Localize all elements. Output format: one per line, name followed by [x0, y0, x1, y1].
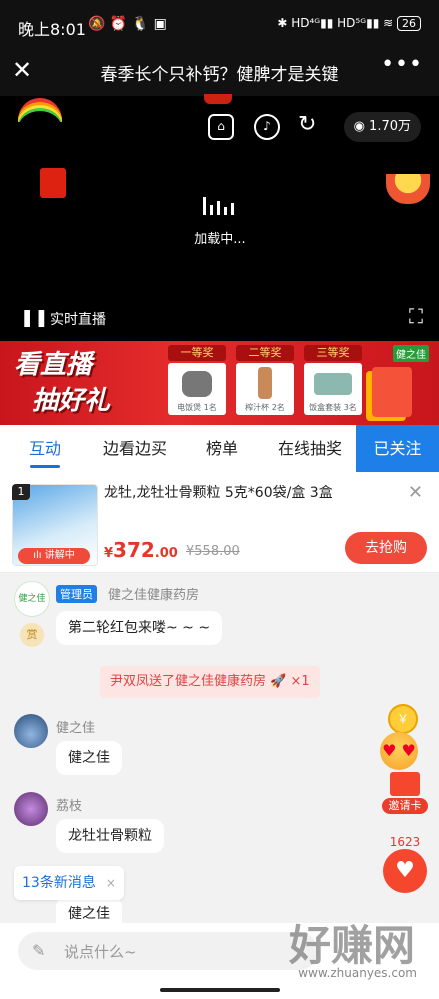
gift-box-decoration — [372, 367, 412, 417]
prize-first: 一等奖 电饭煲 1名 — [168, 345, 226, 415]
admin-avatar[interactable]: 健之佳 — [14, 581, 50, 617]
admin-badge: 管理员 — [56, 585, 97, 603]
active-tab-indicator — [30, 465, 60, 468]
refresh-icon[interactable]: ↻ — [298, 112, 316, 137]
prize-third: 三等奖 饭盒套装 3名 — [304, 345, 362, 415]
invite-card-button[interactable]: 邀请卡 — [382, 772, 428, 818]
treasure-pot-icon[interactable] — [386, 174, 430, 204]
brand-logo: 健之佳 — [393, 345, 429, 362]
product-title[interactable]: 龙牡,龙牡壮骨颗粒 5克*60袋/盒 3盒 — [104, 482, 333, 502]
home-indicator — [0, 979, 439, 999]
followed-button[interactable]: 已关注 — [356, 425, 439, 472]
tab-watch-and-buy[interactable]: 边看边买 — [92, 425, 178, 472]
loading-spinner-icon — [203, 196, 238, 215]
buy-button[interactable]: 去抢购 — [345, 532, 427, 564]
pen-icon: ✎ — [32, 941, 46, 960]
pause-icon[interactable]: ❚❚ — [20, 308, 49, 328]
red-envelope-icon[interactable] — [40, 168, 66, 198]
status-time: 晚上8:01 — [18, 20, 86, 39]
original-price: ¥558.00 — [186, 544, 240, 559]
comment-input[interactable]: ✎ 说点什么~ — [18, 932, 318, 970]
live-label: 实时直播 — [50, 312, 106, 328]
admin-username[interactable]: 健之佳健康药房 — [108, 584, 199, 603]
like-heart-icon[interactable]: ♥ — [383, 849, 427, 893]
status-notification-icons: 🔕 ⏰ 🐧 ▣ — [88, 16, 167, 32]
product-index: 1 — [12, 484, 30, 500]
envelope-icon — [390, 772, 420, 796]
close-icon[interactable]: ✕ — [12, 56, 32, 84]
eye-icon: ◉ — [353, 119, 365, 134]
fullscreen-icon[interactable]: ⛶ — [409, 304, 423, 328]
lunch-box-image — [314, 373, 352, 395]
coin-icon[interactable]: ￥ — [388, 704, 418, 734]
rainbow-icon — [18, 98, 62, 122]
view-count-value: 1.70万 — [369, 119, 411, 134]
prize-second: 二等奖 榨汁杯 2名 — [236, 345, 294, 415]
banner-title: 看直播 抽好礼 — [14, 347, 110, 419]
tab-bar: 互动 边看边买 榜单 在线抽奖 已关注 — [0, 425, 439, 472]
tab-online-lottery[interactable]: 在线抽奖 — [268, 425, 352, 472]
watermark-logo: 好赚网 — [288, 921, 415, 970]
chat-bubble: 龙牡壮骨颗粒 — [56, 819, 164, 853]
invite-card-label: 邀请卡 — [382, 798, 428, 814]
prize-name: 饭盒套装 3名 — [309, 403, 357, 412]
loading-text: 加载中... — [194, 232, 246, 247]
prize-level: 一等奖 — [168, 345, 226, 361]
battery-icon: 26 — [397, 16, 421, 31]
mini-program-icon[interactable]: ♪ — [254, 114, 280, 140]
price-integer: 372 — [113, 538, 155, 562]
prize-level: 二等奖 — [236, 345, 294, 361]
tab-ranking[interactable]: 榜单 — [196, 425, 248, 472]
watermark-url: www.zhuanyes.com — [298, 966, 417, 980]
more-options-icon[interactable]: ••• — [381, 52, 423, 77]
top-nav-bar: ✕ 春季长个只补钙？健脾才是关键 ••• — [0, 48, 439, 96]
explaining-label: 讲解中 — [44, 550, 75, 561]
chat-bubble: 健之佳 — [56, 897, 122, 923]
explaining-badge: ılı 讲解中 — [18, 548, 90, 564]
heart-eyes-emoji-icon[interactable]: ♥ ♥ — [380, 732, 418, 770]
banner-title-line1: 看直播 — [14, 350, 93, 380]
prize-name: 电饭煲 1名 — [177, 403, 217, 412]
price-decimal: .00 — [154, 546, 178, 561]
new-messages-button[interactable]: 13条新消息 × — [14, 866, 124, 900]
chat-username[interactable]: 荔枝 — [56, 795, 82, 814]
chat-area[interactable]: 健之佳 管理员 健之佳健康药房 赏 第二轮红包来喽~ ~ ~ 尹双凤送了健之佳健… — [0, 573, 439, 923]
juicer-cup-image — [258, 367, 272, 399]
ribbon-decoration — [204, 94, 232, 104]
status-system-icons: ✱ HD⁴ᴳ▮▮ HD⁵ᴳ▮▮ ≋ 26 — [277, 16, 421, 31]
like-count: 1623 — [389, 835, 421, 849]
comment-placeholder: 说点什么~ — [64, 943, 137, 961]
explaining-icon: ılı — [33, 550, 42, 561]
close-product-icon[interactable]: ✕ — [408, 482, 423, 503]
price-symbol: ¥ — [104, 546, 114, 561]
page-title: 春季长个只补钙？健脾才是关键 — [100, 65, 339, 85]
banner-title-line2: 抽好礼 — [32, 386, 111, 416]
home-icon[interactable]: ⌂ — [208, 114, 234, 140]
prize-name: 榨汁杯 2名 — [245, 403, 285, 412]
reward-icon[interactable]: 赏 — [20, 623, 44, 647]
status-bar: 晚上8:01 🔕 ⏰ 🐧 ▣ ✱ HD⁴ᴳ▮▮ HD⁵ᴳ▮▮ ≋ 26 — [0, 0, 439, 48]
new-messages-label: 13条新消息 — [22, 875, 96, 891]
current-price: ¥372.00 — [104, 538, 178, 562]
gift-notice: 尹双凤送了健之佳健康药房 🚀 ×1 — [100, 666, 320, 698]
signal-wifi-icons: ✱ HD⁴ᴳ▮▮ HD⁵ᴳ▮▮ ≋ — [277, 16, 394, 30]
user-avatar[interactable] — [14, 792, 48, 826]
lottery-banner[interactable]: 看直播 抽好礼 一等奖 电饭煲 1名 二等奖 榨汁杯 2名 三等奖 饭盒套装 3… — [0, 341, 439, 425]
chat-bubble: 健之佳 — [56, 741, 122, 775]
product-card[interactable]: 1 ılı 讲解中 龙牡,龙牡壮骨颗粒 5克*60袋/盒 3盒 ✕ ¥372.0… — [0, 472, 439, 573]
prize-level: 三等奖 — [304, 345, 362, 361]
view-count: ◉ 1.70万 — [343, 112, 421, 142]
user-avatar[interactable] — [14, 714, 48, 748]
rice-cooker-image — [182, 371, 212, 397]
close-new-messages-icon[interactable]: × — [106, 876, 116, 890]
live-video-player[interactable]: ⌂ ♪ ↻ ◉ 1.70万 加载中... ❚❚ 实时直播 ⛶ — [0, 94, 439, 341]
chat-username[interactable]: 健之佳 — [56, 717, 95, 736]
chat-bubble: 第二轮红包来喽~ ~ ~ — [56, 611, 223, 645]
